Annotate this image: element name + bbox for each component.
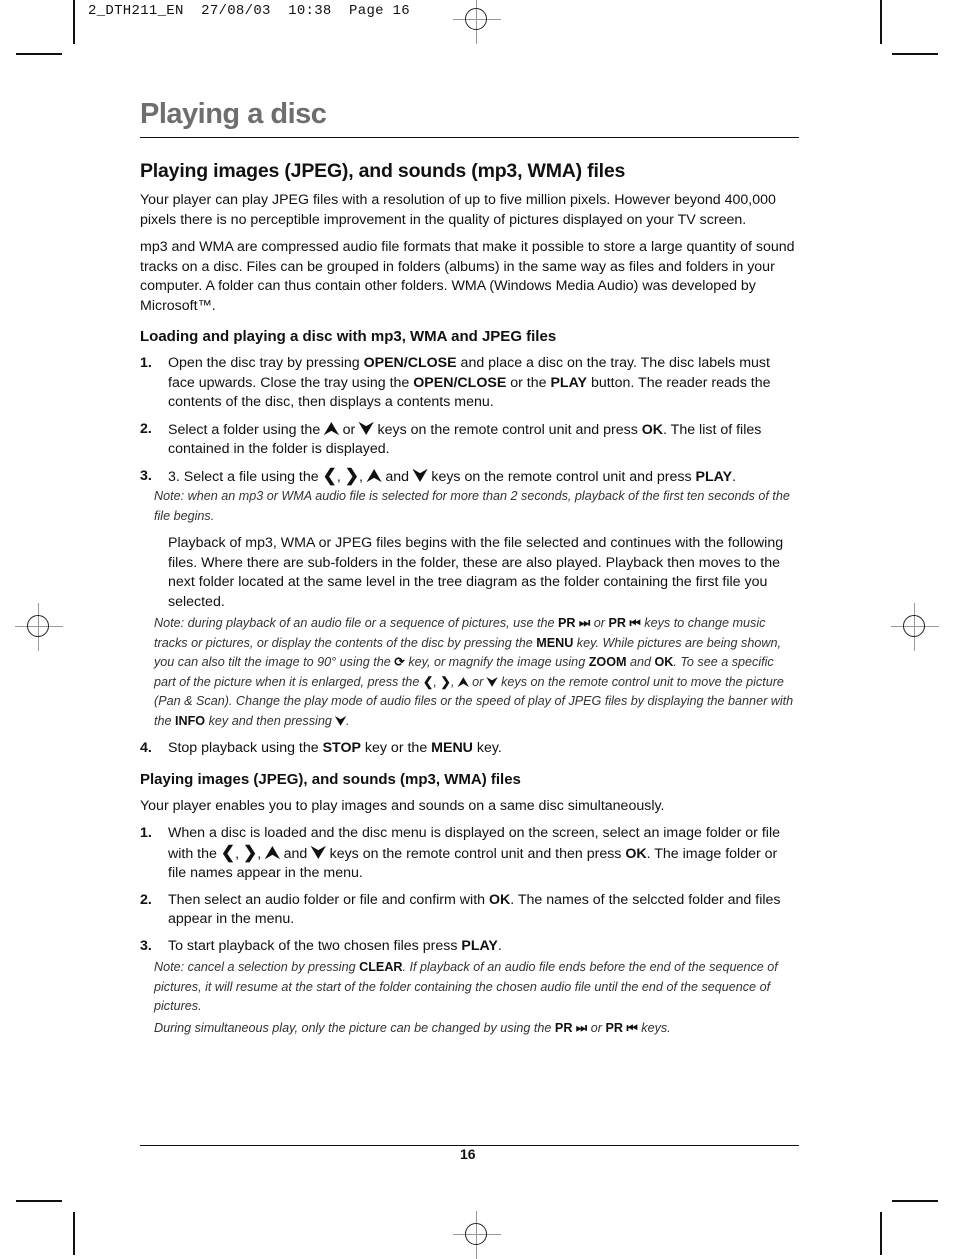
- rotate-key-icon: ⟳: [394, 655, 405, 669]
- title-rule: [140, 137, 799, 138]
- key-clear: CLEAR: [359, 960, 403, 974]
- key-play: PLAY: [550, 374, 588, 391]
- key-play: PLAY: [695, 468, 733, 485]
- key-menu: MENU: [536, 635, 574, 650]
- note: During simultaneous play, only the pictu…: [154, 1020, 671, 1035]
- step-item: 2. Then select an audio folder or file a…: [140, 891, 781, 928]
- down-arrow-icon: ⮟: [359, 418, 374, 438]
- key-menu: MENU: [431, 740, 473, 756]
- left-arrow-icon: ❮: [220, 842, 236, 862]
- key-open-close: OPEN/CLOSE: [413, 374, 507, 391]
- step-item: 3. 3. Select a file using the ❮, ❯, ⮝ an…: [140, 465, 737, 485]
- playback-paragraph: Playback of mp3, WMA or JPEG files begin…: [168, 535, 784, 610]
- section-heading: Playing images (JPEG), and sounds (mp3, …: [140, 160, 626, 182]
- note: Note: when an mp3 or WMA audio file is s…: [154, 489, 790, 523]
- right-arrow-icon: ❯: [243, 842, 258, 862]
- key-pr-prev: PR ⏮: [605, 1020, 638, 1035]
- down-arrow-icon: ⮟: [335, 713, 347, 728]
- right-arrow-icon: ❯: [344, 465, 360, 485]
- note: Note: during playback of an audio file o…: [154, 616, 794, 728]
- step-item: 2. Select a folder using the ⮝ or ⮟ keys…: [140, 418, 762, 457]
- left-arrow-icon: ❮: [322, 465, 337, 485]
- page-title: Playing a disc: [140, 98, 327, 130]
- note: Note: cancel a selection by pressing CLE…: [154, 960, 778, 1013]
- up-arrow-icon: ⮝: [457, 674, 469, 689]
- page-content: Playing images (JPEG), and sounds (mp3, …: [140, 160, 795, 1044]
- key-info: INFO: [175, 713, 206, 728]
- down-arrow-icon: ⮟: [311, 842, 326, 862]
- intro-paragraph: Your player can play JPEG files with a r…: [140, 192, 776, 228]
- key-stop: STOP: [322, 740, 361, 756]
- up-arrow-icon: ⮝: [366, 465, 382, 485]
- key-ok: OK: [625, 845, 647, 862]
- down-arrow-icon: ⮟: [412, 465, 428, 485]
- registration-mark-icon: [453, 1211, 501, 1259]
- registration-mark-icon: [891, 603, 939, 651]
- up-arrow-icon: ⮝: [324, 418, 339, 438]
- crop-mark: [73, 0, 75, 44]
- right-arrow-icon: ❯: [440, 674, 451, 689]
- key-pr-next: PR ⏭: [557, 616, 591, 630]
- step-item: 1. Open the disc tray by pressing OPEN/C…: [140, 355, 771, 410]
- key-ok: OK: [641, 421, 664, 438]
- step-item: 1. When a disc is loaded and the disc me…: [140, 825, 780, 881]
- print-slug: 2_DTH211_EN 27/08/03 10:38 Page 16: [88, 3, 410, 19]
- key-ok: OK: [488, 891, 511, 908]
- step-item: 4. Stop playback using the STOP key or t…: [140, 740, 502, 756]
- left-arrow-icon: ❮: [422, 674, 434, 689]
- crop-mark: [892, 1200, 938, 1202]
- key-zoom: ZOOM: [588, 655, 627, 669]
- crop-mark: [880, 1212, 882, 1255]
- page-number: 16: [460, 1146, 476, 1162]
- formats-paragraph: mp3 and WMA are compressed audio file fo…: [140, 239, 795, 314]
- up-arrow-icon: ⮝: [265, 842, 280, 862]
- registration-mark-icon: [453, 0, 501, 44]
- crop-mark: [880, 0, 882, 44]
- subsection-heading: Playing images (JPEG), and sounds (mp3, …: [140, 770, 521, 788]
- simultaneous-paragraph: Your player enables you to play images a…: [140, 797, 665, 814]
- key-pr-next: PR ⏭: [554, 1020, 588, 1035]
- crop-mark: [892, 53, 938, 55]
- key-open-close: OPEN/CLOSE: [363, 355, 457, 371]
- key-ok: OK: [654, 655, 674, 669]
- down-arrow-icon: ⮟: [486, 674, 498, 689]
- crop-mark: [73, 1212, 75, 1255]
- key-pr-prev: PR ⏮: [608, 616, 641, 630]
- crop-mark: [16, 1200, 62, 1202]
- subsection-heading: Loading and playing a disc with mp3, WMA…: [140, 328, 557, 345]
- crop-mark: [16, 53, 62, 55]
- step-item: 3. To start playback of the two chosen f…: [140, 937, 502, 954]
- key-play: PLAY: [461, 937, 498, 954]
- registration-mark-icon: [15, 603, 63, 651]
